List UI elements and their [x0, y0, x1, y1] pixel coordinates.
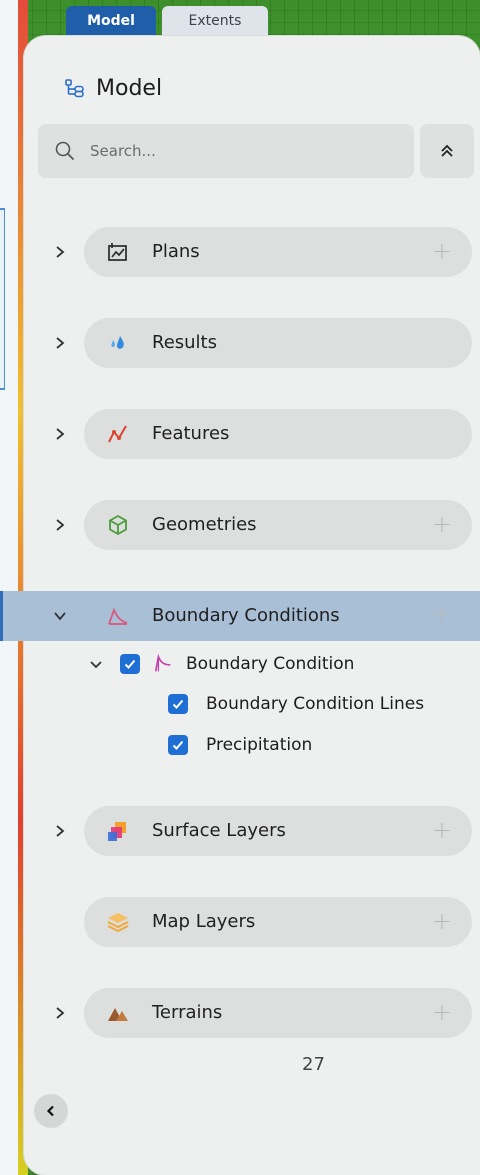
chevron-left-icon	[46, 1105, 54, 1117]
panel-header: Model	[64, 76, 162, 101]
left-accent-panel	[0, 210, 4, 388]
search-box[interactable]	[38, 124, 414, 178]
tree-item-label: Features	[152, 423, 230, 444]
tree-row-plans[interactable]: Plans +	[24, 227, 480, 277]
checkmark-icon	[124, 659, 136, 669]
add-geometries-button[interactable]: +	[432, 510, 452, 538]
tree-item-label: Map Layers	[152, 911, 256, 932]
polyline-icon	[108, 425, 127, 443]
tree-item-label: Boundary Conditions	[152, 605, 340, 626]
chevron-right-icon[interactable]	[50, 1002, 70, 1024]
mountains-icon	[108, 1008, 128, 1021]
surface-layers-icon	[108, 822, 126, 841]
tree-item-terrains[interactable]: Terrains +	[84, 988, 472, 1038]
chevron-right-icon[interactable]	[50, 514, 70, 536]
add-terrain-button[interactable]: +	[432, 998, 452, 1026]
tree-item-geometries[interactable]: Geometries +	[84, 500, 472, 550]
boundary-curve-icon	[108, 607, 128, 625]
add-surface-layer-button[interactable]: +	[432, 816, 452, 844]
add-boundary-condition-button[interactable]: +	[432, 601, 452, 629]
add-map-layer-button[interactable]: +	[432, 907, 452, 935]
tree-item-label: Boundary Condition	[186, 654, 355, 674]
tree-row-terrains[interactable]: Terrains +	[24, 988, 480, 1038]
tree-item-label: Plans	[152, 241, 200, 262]
add-plans-button[interactable]: +	[432, 237, 452, 265]
chevron-right-icon[interactable]	[50, 332, 70, 354]
tree-item-boundary-condition-lines[interactable]: Boundary Condition Lines	[168, 694, 424, 714]
tree-item-label: Geometries	[152, 514, 257, 535]
tab-extents[interactable]: Extents	[162, 6, 268, 36]
collapse-panel-button[interactable]	[34, 1094, 68, 1128]
water-drops-icon	[111, 336, 124, 349]
cube-icon	[109, 514, 127, 536]
tree-item-label: Surface Layers	[152, 820, 286, 841]
precipitation-checkbox[interactable]	[168, 735, 188, 755]
tree-item-label: Terrains	[152, 1002, 223, 1023]
tree-item-boundary-conditions[interactable]: Boundary Conditions +	[84, 591, 472, 641]
panel-title: Model	[96, 76, 163, 101]
tree-item-plans[interactable]: Plans +	[84, 227, 472, 277]
tree-item-label: Boundary Condition Lines	[206, 694, 425, 714]
tree-item-features[interactable]: Features	[84, 409, 472, 459]
model-tree-icon	[64, 78, 86, 100]
tree-item-results[interactable]: Results	[84, 318, 472, 368]
chevron-right-icon[interactable]	[50, 820, 70, 842]
search-input[interactable]	[90, 142, 390, 160]
plans-icon	[108, 243, 127, 261]
model-panel: Model Plans +	[0, 36, 480, 1175]
checkmark-icon	[172, 699, 184, 709]
tree-item-surface-layers[interactable]: Surface Layers +	[84, 806, 472, 856]
tree-row-map-layers[interactable]: Map Layers +	[24, 897, 480, 947]
tree-row-features[interactable]: Features	[24, 409, 480, 459]
selection-indicator	[0, 591, 3, 641]
page-number: 27	[302, 1054, 325, 1075]
stacked-layers-icon	[107, 913, 129, 933]
tree-row-geometries[interactable]: Geometries +	[24, 500, 480, 550]
tree-row-results[interactable]: Results	[24, 318, 480, 368]
checkmark-icon	[172, 740, 184, 750]
tab-model[interactable]: Model	[66, 6, 156, 36]
chevron-right-icon[interactable]	[50, 423, 70, 445]
tree-item-precipitation[interactable]: Precipitation	[168, 735, 312, 755]
boundary-curve-icon	[154, 653, 171, 672]
collapse-all-button[interactable]	[420, 124, 474, 178]
tree-item-map-layers[interactable]: Map Layers +	[84, 897, 472, 947]
tree-row-surface-layers[interactable]: Surface Layers +	[24, 806, 480, 856]
tree-item-label: Results	[152, 332, 217, 353]
search-icon	[54, 140, 76, 162]
tree-row-boundary-conditions[interactable]: Boundary Conditions +	[0, 591, 480, 641]
double-chevron-up-icon	[441, 144, 453, 157]
tree-item-label: Precipitation	[206, 735, 313, 755]
boundary-condition-lines-checkbox[interactable]	[168, 694, 188, 714]
tree-item-boundary-condition[interactable]: Boundary Condition	[88, 653, 354, 675]
chevron-down-icon[interactable]	[50, 605, 70, 627]
chevron-right-icon[interactable]	[50, 241, 70, 263]
boundary-condition-checkbox[interactable]	[120, 654, 140, 674]
chevron-down-icon[interactable]	[88, 656, 104, 672]
